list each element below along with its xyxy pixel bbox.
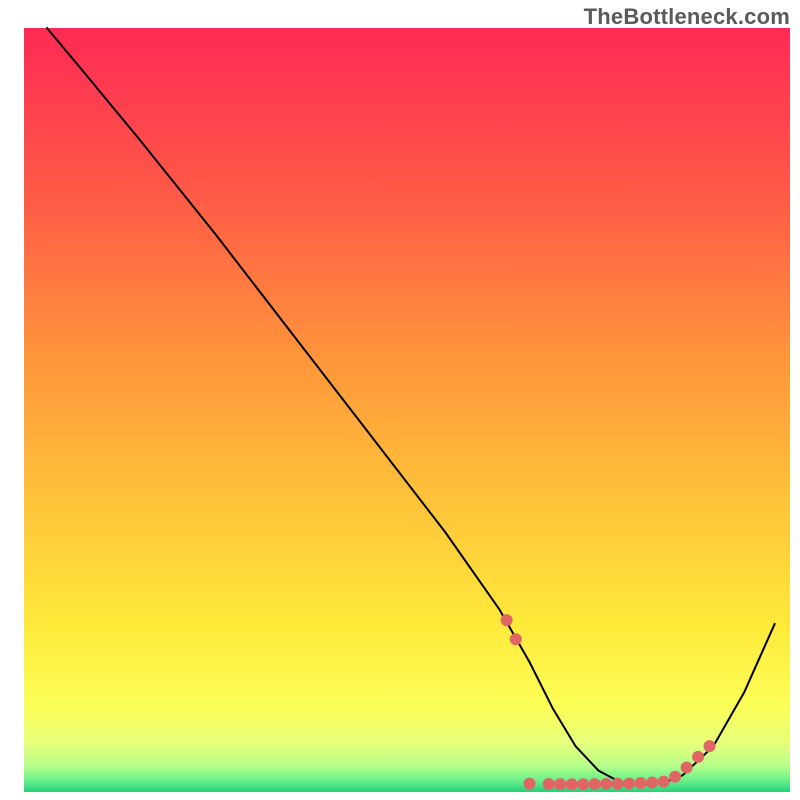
marker-dots-bottom [554, 778, 566, 790]
marker-dots-bottom [543, 778, 555, 790]
marker-dots-bottom [612, 778, 624, 790]
watermark-text: TheBottleneck.com [584, 4, 790, 30]
marker-dots-right [704, 740, 716, 752]
marker-dots-left [510, 633, 522, 645]
marker-dots-right [681, 762, 693, 774]
marker-dots-bottom [635, 777, 647, 789]
marker-dots-bottom [623, 777, 635, 789]
marker-dots-bottom [646, 776, 658, 788]
marker-dots-right [692, 751, 704, 763]
chart-container: TheBottleneck.com [0, 0, 800, 800]
marker-dots-bottom [600, 778, 612, 790]
bottleneck-curve-plot [0, 0, 800, 800]
marker-dots-bottom [524, 778, 536, 790]
marker-dots-bottom [577, 778, 589, 790]
marker-dots-right [669, 771, 681, 783]
marker-dots-left [501, 614, 513, 626]
marker-dots-bottom [658, 776, 670, 788]
marker-dots-bottom [566, 778, 578, 790]
marker-dots-bottom [589, 778, 601, 790]
gradient-background [24, 28, 790, 792]
